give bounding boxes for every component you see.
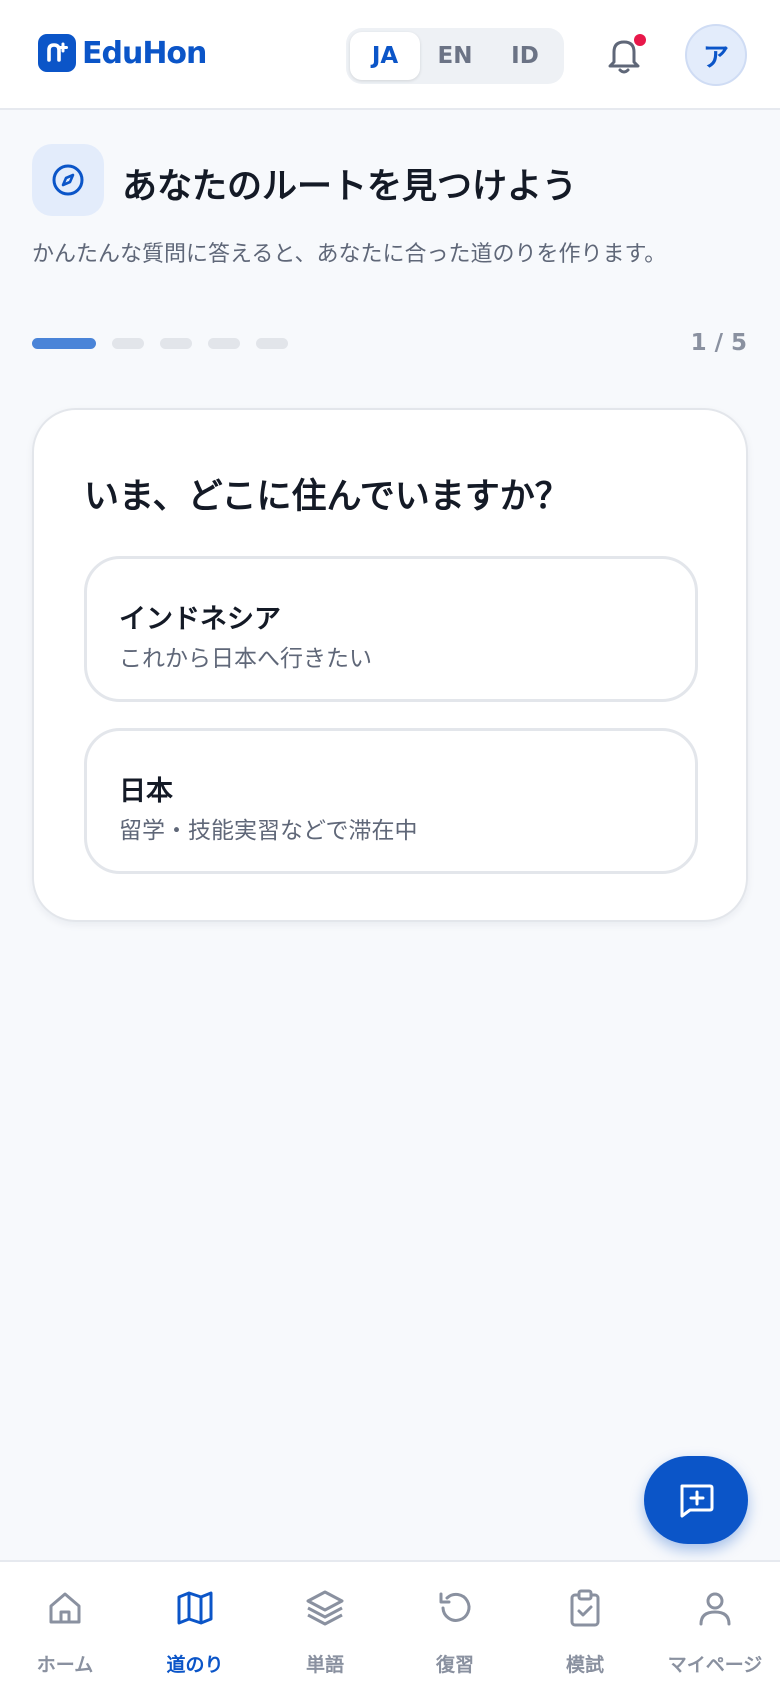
user-avatar[interactable]: ア [685, 24, 747, 86]
lang-option-en[interactable]: EN [420, 32, 490, 80]
option-indonesia[interactable]: インドネシア これから日本へ行きたい [84, 556, 698, 702]
logo-mark-icon [38, 34, 76, 72]
user-icon [699, 1592, 731, 1626]
chat-fab-button[interactable] [644, 1456, 748, 1544]
rotate-ccw-icon [439, 1592, 471, 1622]
question-text: いま、どこに住んでいますか？ [84, 477, 570, 517]
nav-item-route[interactable]: 道のり [130, 1562, 260, 1688]
app-root: EduHon JA EN ID ア あなたのルートを見つけよう かんたんな質問に… [0, 0, 780, 1688]
nav-label: 模試 [565, 1654, 604, 1676]
step-progress-bar [32, 338, 288, 349]
nav-label: 単語 [305, 1654, 344, 1676]
option-description: これから日本へ行きたい [119, 646, 372, 672]
nav-item-mock-exam[interactable]: 模試 [520, 1562, 650, 1688]
progress-segment [208, 338, 240, 349]
option-description: 留学・技能実習などで滞在中 [119, 818, 418, 844]
progress-segment [160, 338, 192, 349]
question-card: いま、どこに住んでいますか？ インドネシア これから日本へ行きたい 日本 留学・… [32, 408, 748, 922]
nav-label: マイページ [667, 1654, 763, 1676]
top-header: EduHon JA EN ID ア [0, 0, 780, 110]
message-plus-icon [680, 1484, 714, 1518]
nav-label: 道のり [166, 1654, 224, 1676]
nav-item-review[interactable]: 復習 [390, 1562, 520, 1688]
page-subtitle: かんたんな質問に答えると、あなたに合った道のりを作ります。 [32, 242, 667, 267]
progress-segment [32, 338, 96, 349]
progress-segment [112, 338, 144, 349]
bottom-navigation: ホーム 道のり 単語 復習 模試 マイページ [0, 1560, 780, 1688]
clipboard-check-icon [570, 1589, 600, 1627]
language-switcher: JA EN ID [346, 28, 564, 84]
brand-logo[interactable]: EduHon [38, 34, 207, 72]
nav-item-mypage[interactable]: マイページ [650, 1562, 780, 1688]
option-japan[interactable]: 日本 留学・技能実習などで滞在中 [84, 728, 698, 874]
option-title: インドネシア [119, 604, 281, 635]
nav-item-home[interactable]: ホーム [0, 1562, 130, 1688]
option-title: 日本 [119, 776, 173, 807]
nav-label: ホーム [36, 1654, 94, 1676]
logo-text: EduHon [82, 35, 207, 71]
layers-icon [306, 1590, 344, 1626]
progress-segment [256, 338, 288, 349]
page-title: あなたのルートを見つけよう [122, 167, 578, 207]
home-icon [49, 1592, 81, 1624]
notification-dot [634, 34, 646, 46]
compass-icon [32, 144, 104, 216]
lang-option-id[interactable]: ID [490, 32, 560, 80]
step-counter: 1 / 5 [690, 330, 747, 356]
lang-option-ja[interactable]: JA [350, 32, 420, 80]
map-icon [177, 1591, 213, 1625]
nav-item-vocabulary[interactable]: 単語 [260, 1562, 390, 1688]
nav-label: 復習 [435, 1654, 474, 1676]
